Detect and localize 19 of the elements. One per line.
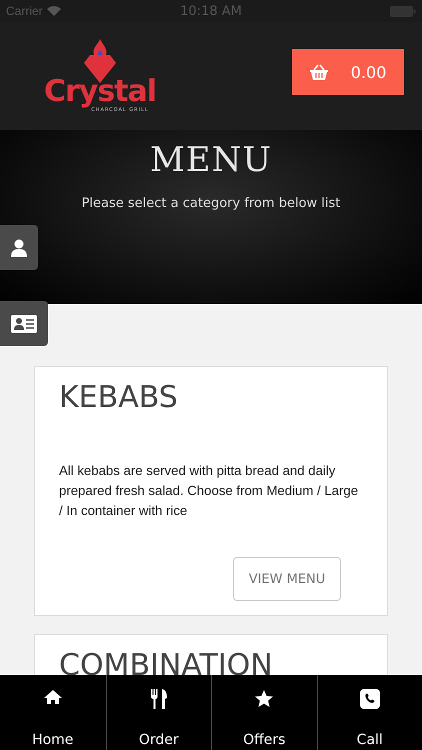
contact-card-icon [11,314,37,332]
basket-icon [310,64,328,80]
view-menu-button[interactable]: VIEW MENU [233,557,341,601]
page-subtitle: Please select a category from below list [82,196,340,211]
logo-wordmark: Crystal [44,77,156,107]
carrier-label: Carrier [6,4,61,18]
star-icon [254,689,274,709]
status-time: 10:18 AM [180,4,242,19]
user-icon [11,238,27,256]
wifi-icon [46,6,61,16]
contact-side-button[interactable] [0,301,48,346]
category-title: KEBABS [59,379,179,417]
phone-icon [360,689,380,709]
page-title: MENU [150,140,272,180]
fork-knife-icon [150,689,168,709]
home-icon [42,689,63,705]
battery-icon [390,6,416,16]
profile-side-button[interactable] [0,225,38,270]
category-description: All kebabs are served with pitta bread and daily prepared fresh salad. Choose from Medium / Large / In container with rice [59,462,360,520]
